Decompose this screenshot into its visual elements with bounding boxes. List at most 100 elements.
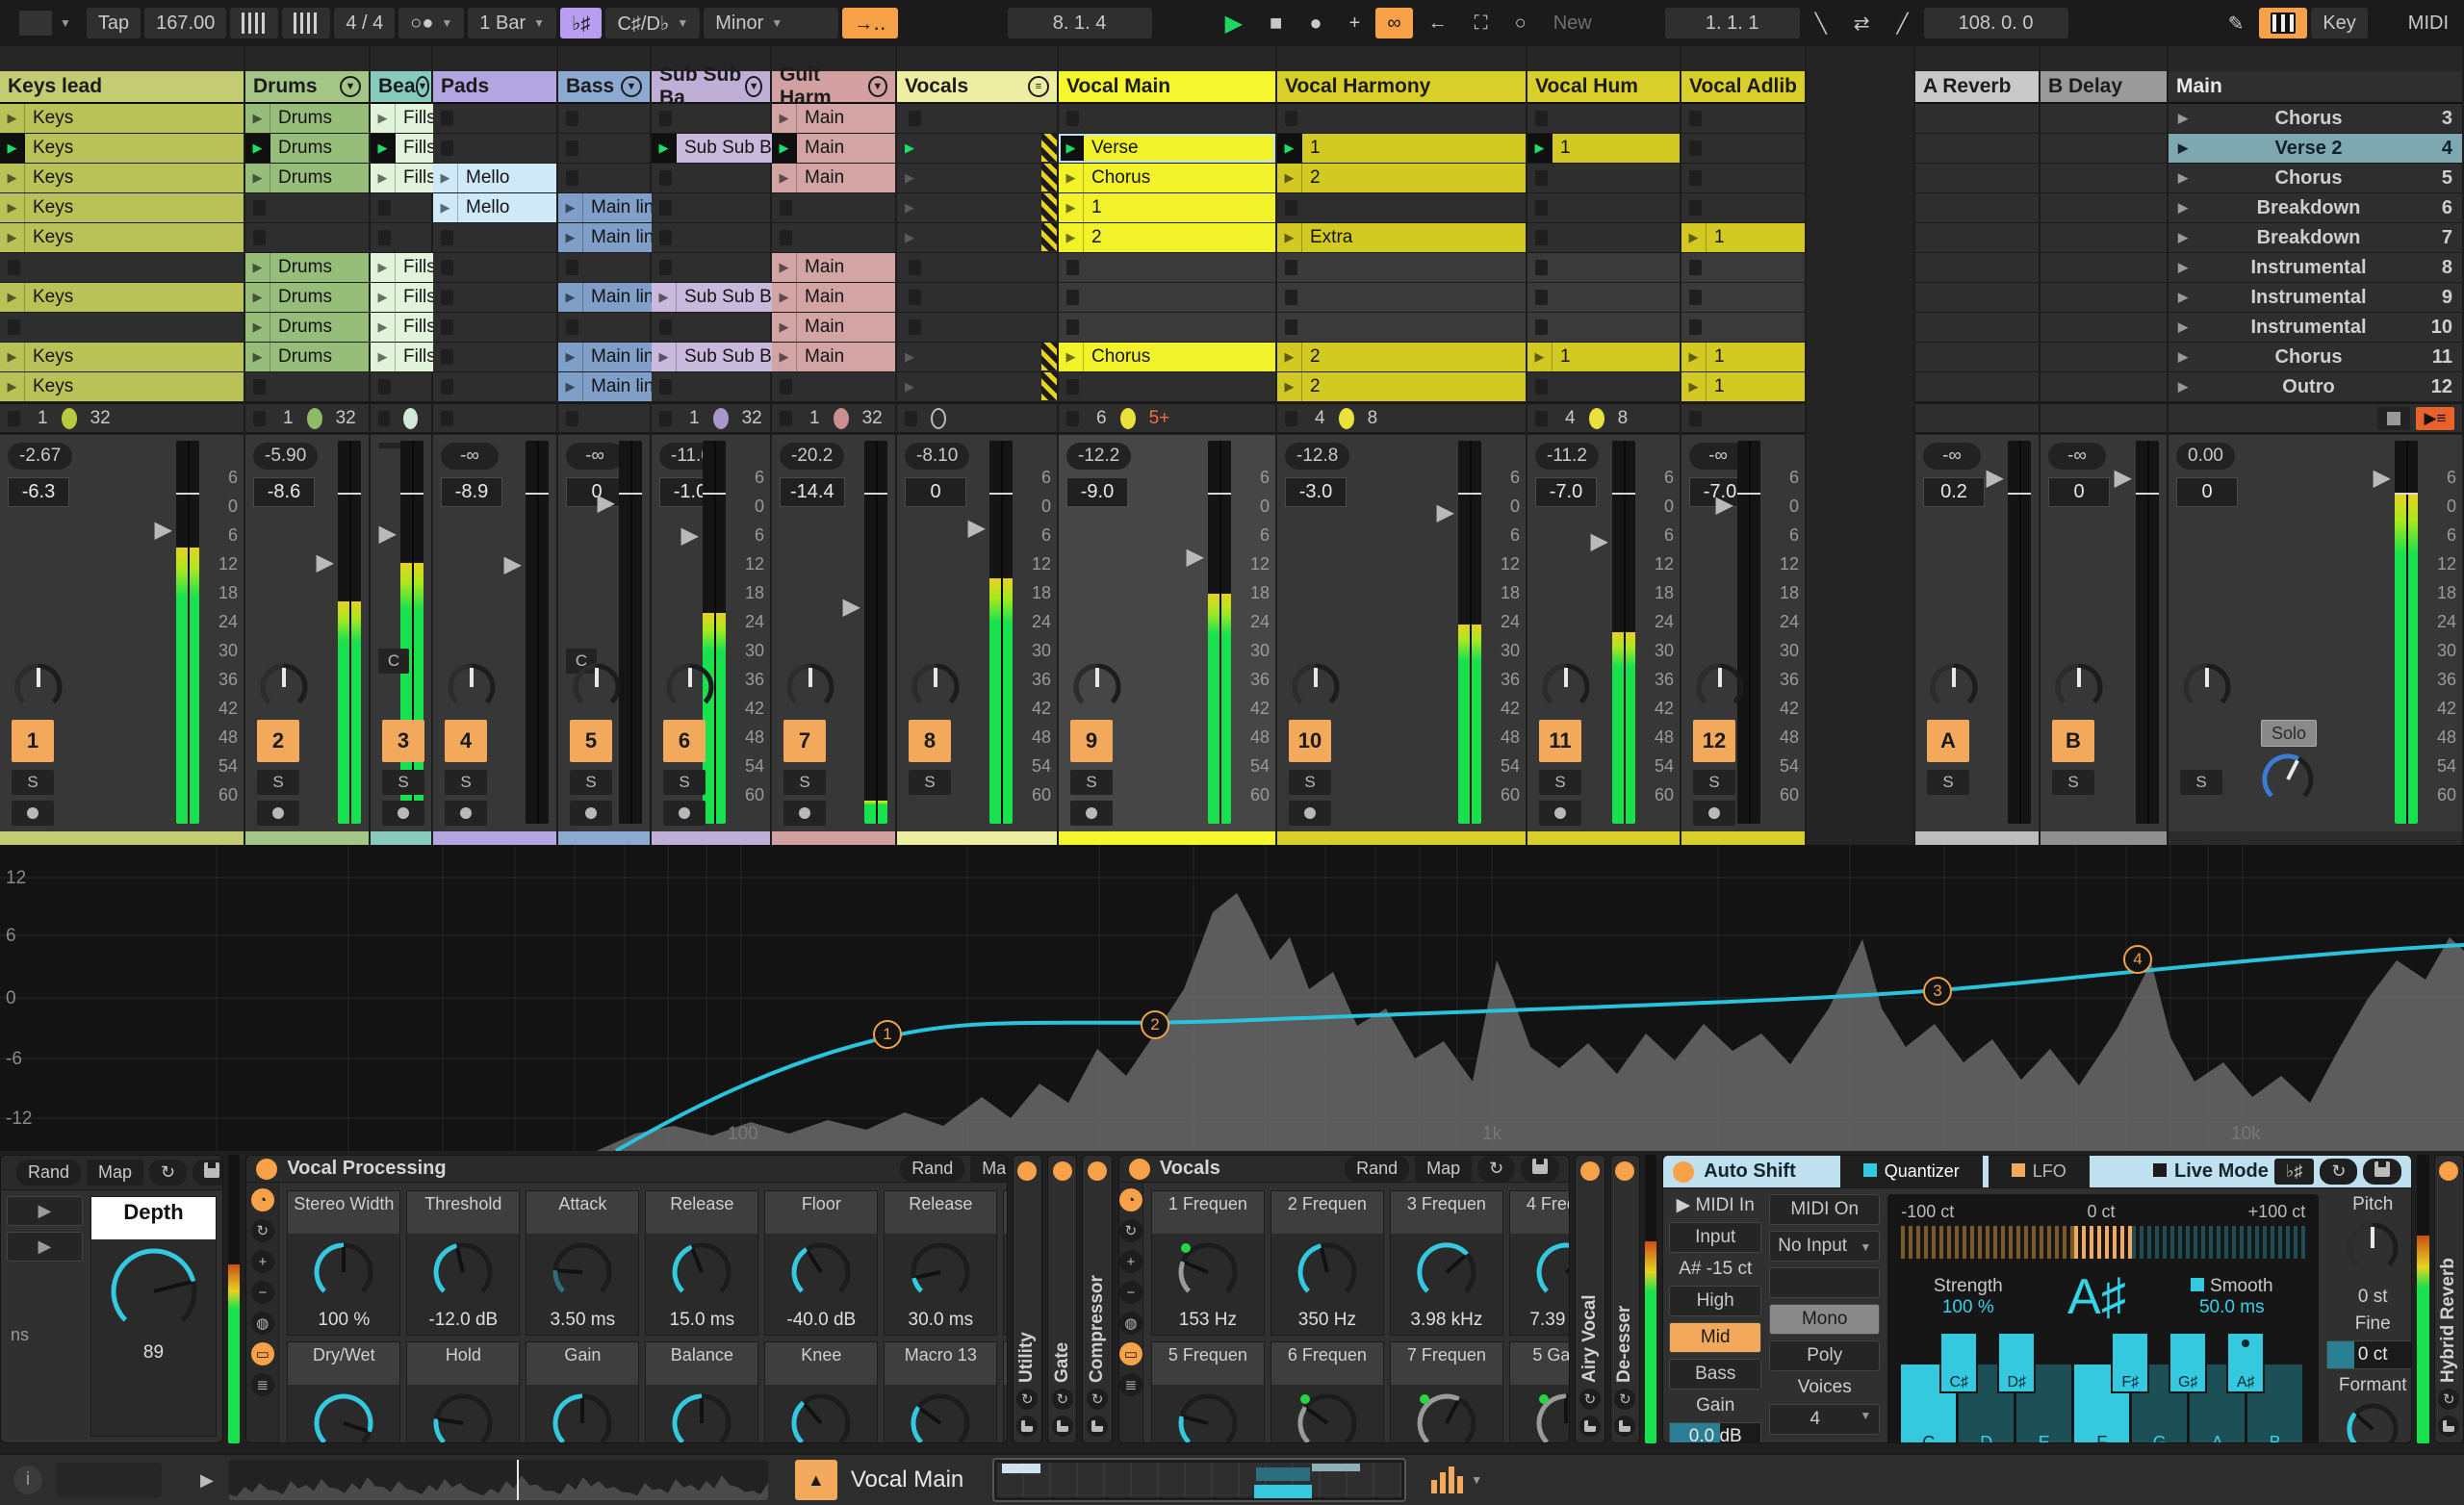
clip-launch-triangle[interactable]: ▶ — [0, 372, 25, 401]
clip-slot[interactable] — [1681, 134, 1805, 164]
computer-midi-keyboard-button[interactable] — [2259, 8, 2308, 38]
toolbar-btn-10[interactable]: Minor ▼ — [704, 8, 839, 38]
punch-loop-btn-2[interactable]: ╱ — [1886, 8, 1920, 38]
selected-clip-launch-button[interactable]: ▲ — [794, 1460, 837, 1500]
clip[interactable]: ▶ 1 — [1277, 134, 1526, 163]
macro-control[interactable]: Balance C — [645, 1341, 759, 1442]
clip-slot[interactable] — [2040, 134, 2167, 164]
peak-level-display[interactable]: -12.8 — [1285, 443, 1350, 470]
fader-handle[interactable]: ▶ — [1187, 543, 1204, 571]
macro-control[interactable]: Attack 3.50 ms — [526, 1190, 640, 1336]
clip-slot[interactable] — [772, 193, 895, 223]
clip[interactable]: ▶ Main — [772, 313, 895, 342]
track-activator-button[interactable]: 8 — [909, 720, 951, 762]
key-C#[interactable]: C♯ — [1939, 1332, 1979, 1393]
clip-slot[interactable] — [1681, 313, 1805, 343]
clip-slot[interactable] — [1681, 193, 1805, 223]
punch-loop-btn-0[interactable]: ╲ — [1804, 8, 1838, 38]
fader-handle[interactable]: ▶ — [1716, 491, 1733, 519]
clip-launch-triangle[interactable]: ▶ — [772, 283, 797, 312]
save-icon[interactable] — [1614, 1416, 1636, 1437]
clip-stop-button[interactable] — [8, 319, 20, 335]
scene-row[interactable]: ▶ Instrumental 9 — [2169, 283, 2462, 313]
collapsed-device-de-esser[interactable]: De-esser ↻ — [1609, 1155, 1641, 1443]
clip-slot[interactable] — [2040, 223, 2167, 253]
clip-stop-button[interactable] — [1066, 319, 1079, 335]
clip[interactable]: ▶ Drums — [245, 283, 369, 312]
clip-slot[interactable] — [433, 343, 556, 372]
rack-power-icon[interactable]: ◔ — [250, 1188, 274, 1212]
fader-handle[interactable]: ▶ — [2115, 464, 2132, 492]
volume-field[interactable]: -7.0 — [1535, 477, 1597, 507]
clip-launch-triangle[interactable]: ▶ — [1681, 223, 1707, 252]
track-activator-button[interactable]: 4 — [445, 720, 487, 762]
clip-stop-button[interactable] — [566, 140, 578, 156]
clip-slot[interactable] — [1059, 313, 1275, 343]
clip-slot[interactable] — [772, 372, 895, 402]
spectrum-display[interactable]: 12 6 0 -6 -12 100 1k 10k 1 2 3 4 — [0, 845, 2464, 1151]
clip-slot[interactable]: ▶ 1 — [1527, 134, 1680, 164]
clip-stop-button[interactable] — [659, 170, 672, 186]
clip-stop-button[interactable] — [659, 230, 672, 245]
track-fold-icon[interactable]: ▼ — [867, 76, 887, 97]
clip-launch-triangle[interactable]: ▶ — [0, 193, 25, 222]
clip-stop-button[interactable] — [1689, 290, 1702, 305]
eq-band-handle-4[interactable]: 4 — [2123, 945, 2152, 974]
clip-slot[interactable] — [1915, 193, 2039, 223]
macro-knob[interactable] — [671, 1385, 732, 1442]
clip-launch-triangle[interactable]: ▶ — [371, 343, 396, 371]
clip-slot[interactable] — [1059, 104, 1275, 134]
clip-slot[interactable]: ▶ Drums — [245, 283, 369, 313]
clip-slot[interactable]: ▶ Drums — [245, 343, 369, 372]
volume-field[interactable]: 0 — [2048, 477, 2110, 507]
peak-level-display[interactable]: -11.2 — [1535, 443, 1599, 470]
refresh-button[interactable]: ↻ — [2320, 1159, 2358, 1185]
macro-knob[interactable] — [552, 1234, 613, 1310]
clip[interactable]: ▶ Drums — [245, 343, 369, 371]
clip-stop-button[interactable] — [566, 111, 578, 126]
fader-handle[interactable]: ▶ — [2374, 464, 2391, 492]
clip-slot[interactable]: ▶ Fills — [371, 253, 436, 283]
clip-slot[interactable] — [1915, 164, 2039, 193]
track-activator-button[interactable]: 6 — [663, 720, 706, 762]
clip-slot[interactable] — [1059, 372, 1275, 402]
save-button[interactable] — [1521, 1156, 1560, 1182]
clip-slot[interactable] — [433, 253, 556, 283]
clip-stop-button[interactable] — [1535, 230, 1548, 245]
rand-icon[interactable]: ◍ — [1118, 1312, 1142, 1335]
volume-field[interactable]: 0.2 — [1923, 477, 1985, 507]
map-button[interactable]: Map — [87, 1160, 144, 1186]
clip-slot[interactable] — [1059, 253, 1275, 283]
group-slot-triangle[interactable]: ▶ — [897, 223, 922, 252]
clip-stop-button[interactable] — [1535, 290, 1548, 305]
clip-slot[interactable] — [1681, 104, 1805, 134]
macro-control[interactable]: Threshold -12.0 dB — [406, 1190, 521, 1336]
arm-button[interactable] — [663, 801, 706, 826]
loop-toggle[interactable]: ○ — [1503, 8, 1538, 38]
macro-knob[interactable] — [671, 1234, 732, 1310]
clip-stop-button[interactable] — [909, 290, 921, 305]
solo-button[interactable]: S — [445, 770, 487, 795]
fader-handle[interactable]: ▶ — [598, 489, 615, 517]
clip[interactable]: ▶ Main lin — [558, 283, 654, 312]
macro-variation-icon[interactable]: ↻ — [250, 1219, 274, 1242]
clip-slot[interactable] — [433, 223, 556, 253]
clip-slot[interactable]: ▶ Mello — [433, 193, 556, 223]
peak-level-display[interactable]: -∞ — [2048, 443, 2106, 470]
clip-stop-button[interactable] — [1535, 111, 1548, 126]
clip-slot[interactable]: ▶ Verse — [1059, 134, 1275, 164]
rack-power-icon[interactable]: ◔ — [1118, 1188, 1142, 1212]
save-icon[interactable] — [2438, 1416, 2460, 1437]
clip-stop-button[interactable] — [659, 200, 672, 216]
scale-awareness-button[interactable]: ♭♯ — [2273, 1159, 2315, 1185]
clip-slot[interactable]: ▶ Keys — [0, 283, 244, 313]
clip-slot[interactable]: ▶ Drums — [245, 313, 369, 343]
clip-launch-triangle[interactable]: ▶ — [0, 134, 25, 163]
clip-stop-button[interactable] — [780, 379, 792, 395]
clip[interactable]: ▶ Fills — [371, 313, 436, 342]
clip-stop-button[interactable] — [441, 140, 453, 156]
scene-launch-triangle[interactable]: ▶ — [2178, 349, 2207, 365]
clip-slot[interactable] — [1277, 193, 1526, 223]
volume-field[interactable]: -8.6 — [253, 477, 315, 507]
track-stop-button[interactable] — [1285, 410, 1297, 426]
